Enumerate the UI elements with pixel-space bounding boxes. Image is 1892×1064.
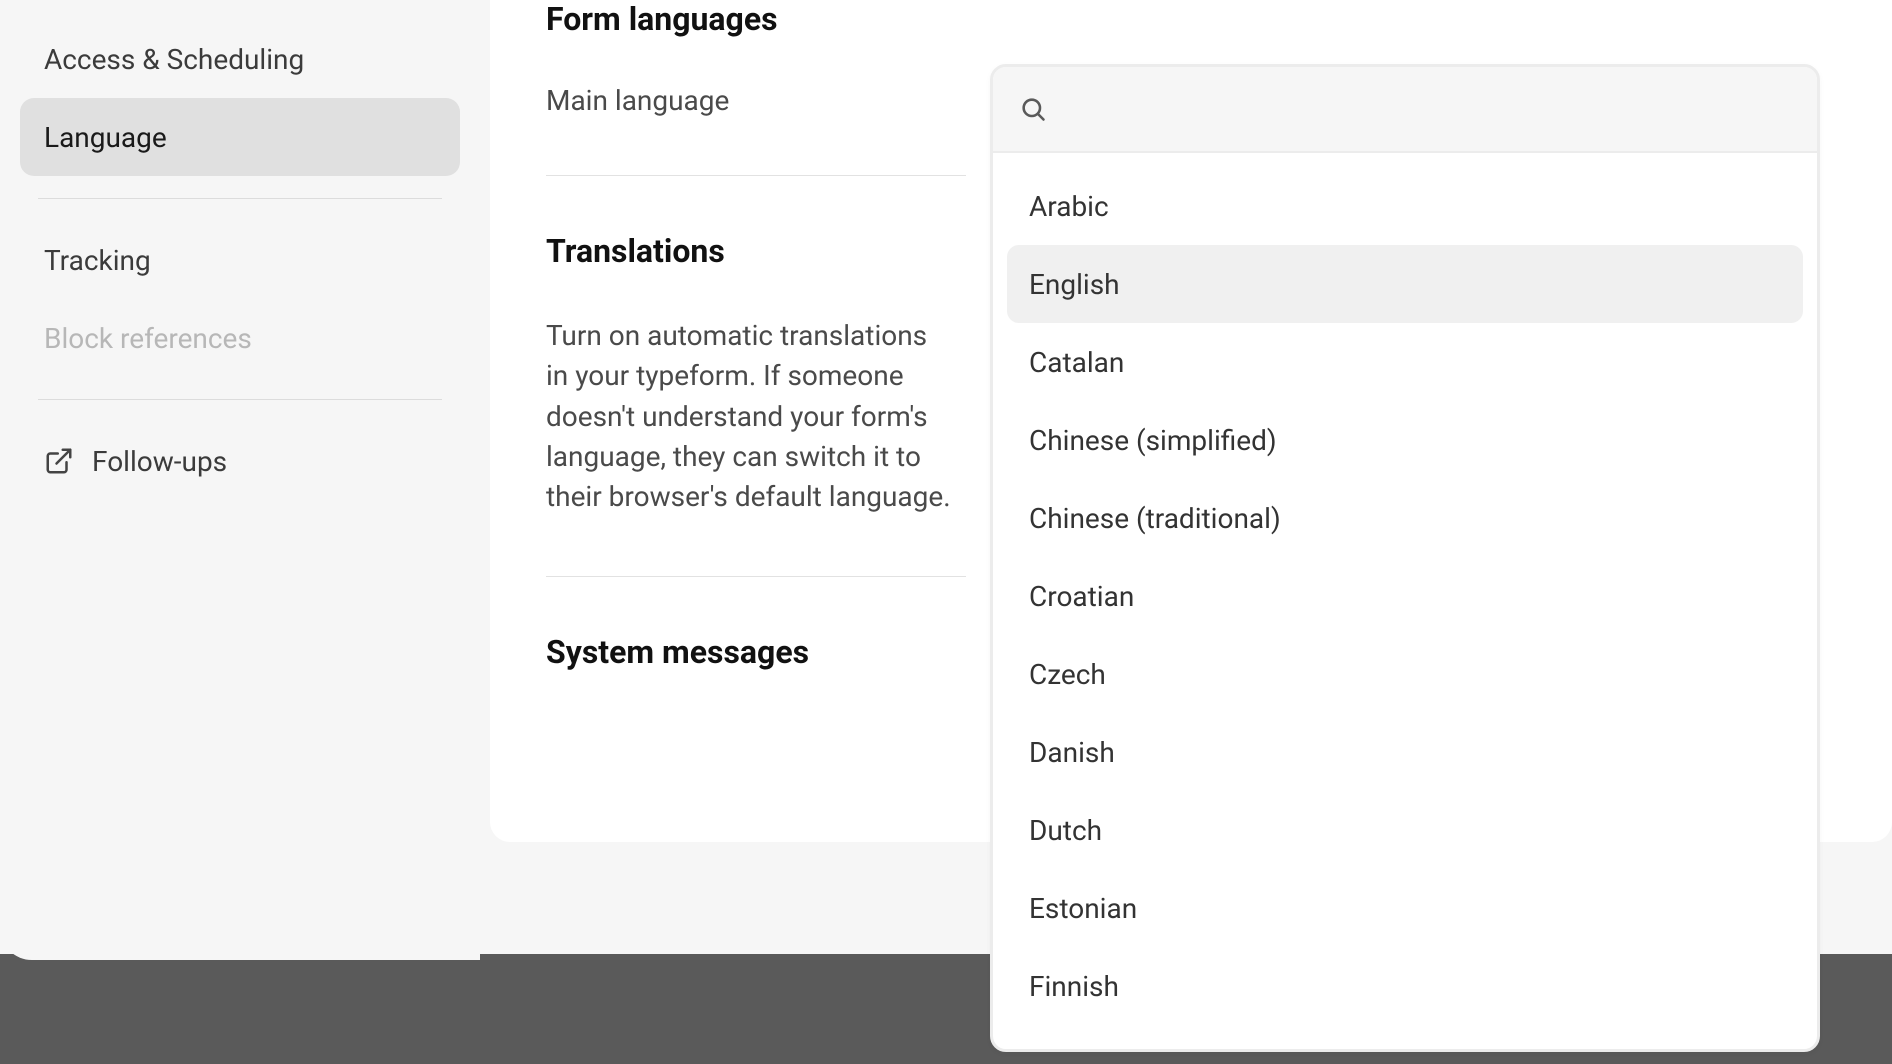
language-option-english[interactable]: English: [1007, 245, 1803, 323]
language-option-label: Arabic: [1029, 190, 1109, 223]
sidebar-item-tracking[interactable]: Tracking: [20, 221, 460, 299]
language-option-finnish[interactable]: Finnish: [1007, 947, 1803, 1025]
language-option-label: Catalan: [1029, 346, 1124, 379]
sidebar-item-label: Access & Scheduling: [44, 43, 304, 76]
language-option-estonian[interactable]: Estonian: [1007, 869, 1803, 947]
translations-description: Turn on automatic translations in your t…: [546, 316, 956, 518]
language-option-label: Estonian: [1029, 892, 1137, 925]
section-divider: [546, 576, 966, 577]
language-option-chinese-simplified[interactable]: Chinese (simplified): [1007, 401, 1803, 479]
sidebar-divider: [38, 399, 442, 400]
language-option-label: Czech: [1029, 658, 1106, 691]
sidebar-item-label: Tracking: [44, 244, 151, 277]
settings-sidebar: Access & Scheduling Language Tracking Bl…: [0, 0, 480, 960]
language-option-arabic[interactable]: Arabic: [1007, 167, 1803, 245]
language-search-input[interactable]: [1063, 94, 1791, 125]
sidebar-item-block-references: Block references: [20, 299, 460, 377]
language-option-chinese-traditional[interactable]: Chinese (traditional): [1007, 479, 1803, 557]
form-languages-heading: Form languages: [546, 0, 1892, 38]
language-option-list[interactable]: Arabic English Catalan Chinese (simplifi…: [993, 153, 1817, 1049]
language-option-catalan[interactable]: Catalan: [1007, 323, 1803, 401]
language-option-label: Danish: [1029, 736, 1115, 769]
language-option-label: Croatian: [1029, 580, 1134, 613]
language-option-label: Chinese (simplified): [1029, 424, 1277, 457]
external-link-icon: [44, 446, 74, 476]
language-option-label: Dutch: [1029, 814, 1102, 847]
sidebar-item-follow-ups[interactable]: Follow-ups: [20, 422, 460, 500]
language-option-danish[interactable]: Danish: [1007, 713, 1803, 791]
sidebar-item-language[interactable]: Language: [20, 98, 460, 176]
language-search-bar[interactable]: [993, 67, 1817, 153]
sidebar-item-label: Language: [44, 121, 167, 154]
sidebar-item-label: Follow-ups: [92, 445, 227, 478]
language-dropdown: Arabic English Catalan Chinese (simplifi…: [990, 64, 1820, 1052]
search-icon: [1019, 95, 1047, 123]
sidebar-item-access-scheduling[interactable]: Access & Scheduling: [20, 20, 460, 98]
language-option-label: English: [1029, 268, 1120, 301]
language-option-croatian[interactable]: Croatian: [1007, 557, 1803, 635]
language-option-dutch[interactable]: Dutch: [1007, 791, 1803, 869]
sidebar-item-label: Block references: [44, 322, 252, 355]
language-option-label: Chinese (traditional): [1029, 502, 1281, 535]
language-option-czech[interactable]: Czech: [1007, 635, 1803, 713]
section-divider: [546, 175, 966, 176]
language-option-label: Finnish: [1029, 970, 1119, 1003]
sidebar-divider: [38, 198, 442, 199]
